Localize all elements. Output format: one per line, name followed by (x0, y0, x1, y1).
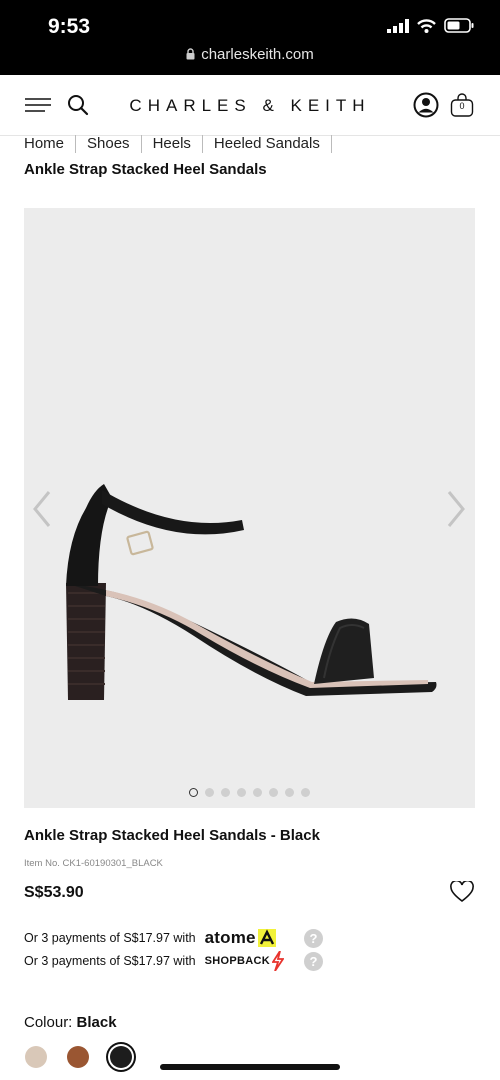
atome-help-icon[interactable]: ? (304, 929, 323, 948)
breadcrumb-heeled-sandals[interactable]: Heeled Sandals (203, 135, 332, 153)
shopback-payment-text: Or 3 payments of S$17.97 with (24, 954, 196, 968)
wishlist-heart-icon[interactable] (450, 881, 474, 903)
gallery-dot[interactable] (269, 788, 278, 797)
colour-selected-value: Black (76, 1014, 117, 1031)
atome-logo: atome (204, 928, 256, 947)
gallery-dot[interactable] (189, 788, 198, 797)
status-icons (387, 18, 474, 33)
colour-label: Colour: (24, 1014, 73, 1031)
user-icon (413, 92, 439, 118)
colour-selector-label: Colour: Black (24, 1014, 117, 1031)
gallery-dot[interactable] (221, 788, 230, 797)
colour-swatch-beige[interactable] (25, 1046, 47, 1068)
atome-mark-icon (257, 929, 276, 947)
cart-button[interactable]: 0 (448, 91, 476, 119)
gallery-dot[interactable] (301, 788, 310, 797)
gallery-dot[interactable] (285, 788, 294, 797)
status-time: 9:53 (48, 15, 91, 38)
cart-count: 0 (459, 101, 465, 111)
battery-icon (444, 18, 474, 33)
gallery-next-icon[interactable] (446, 490, 466, 528)
product-gallery[interactable] (24, 208, 475, 808)
breadcrumb-heels[interactable]: Heels (142, 135, 203, 153)
shopback-help-icon[interactable]: ? (304, 952, 323, 971)
item-number: Item No. CK1-60190301_BLACK (24, 858, 163, 869)
home-indicator[interactable] (160, 1064, 340, 1070)
wifi-icon (417, 18, 436, 33)
colour-swatch-black[interactable] (110, 1046, 132, 1068)
signal-icon (387, 18, 409, 33)
gallery-prev-icon[interactable] (32, 490, 52, 528)
product-image (66, 484, 437, 700)
lock-icon (186, 48, 195, 60)
shopback-payment-row: Or 3 payments of S$17.97 with SHOPBACK (24, 951, 284, 971)
breadcrumb: Home Shoes Heels Heeled Sandals (24, 135, 332, 153)
gallery-pagination (24, 788, 475, 797)
product-price: S$53.90 (24, 884, 84, 901)
page-title: Ankle Strap Stacked Heel Sandals (24, 161, 267, 178)
url-text: charleskeith.com (201, 46, 314, 63)
colour-swatch-brown[interactable] (67, 1046, 89, 1068)
gallery-dot[interactable] (205, 788, 214, 797)
atome-payment-row: Or 3 payments of S$17.97 with atome (24, 928, 276, 948)
gallery-dot[interactable] (253, 788, 262, 797)
site-header: CHARLES & KEITH 0 (0, 75, 500, 136)
breadcrumb-home[interactable]: Home (24, 135, 77, 153)
shopback-logo: SHOPBACK (204, 955, 270, 967)
status-bar: 9:53 charleskeith.com (0, 0, 500, 75)
gallery-dot[interactable] (237, 788, 246, 797)
atome-payment-text: Or 3 payments of S$17.97 with (24, 931, 196, 945)
address-bar[interactable]: charleskeith.com (0, 46, 500, 63)
shopback-bolt-icon (271, 951, 284, 971)
breadcrumb-shoes[interactable]: Shoes (76, 135, 142, 153)
account-button[interactable] (412, 91, 440, 119)
product-name: Ankle Strap Stacked Heel Sandals - Black (24, 827, 320, 844)
